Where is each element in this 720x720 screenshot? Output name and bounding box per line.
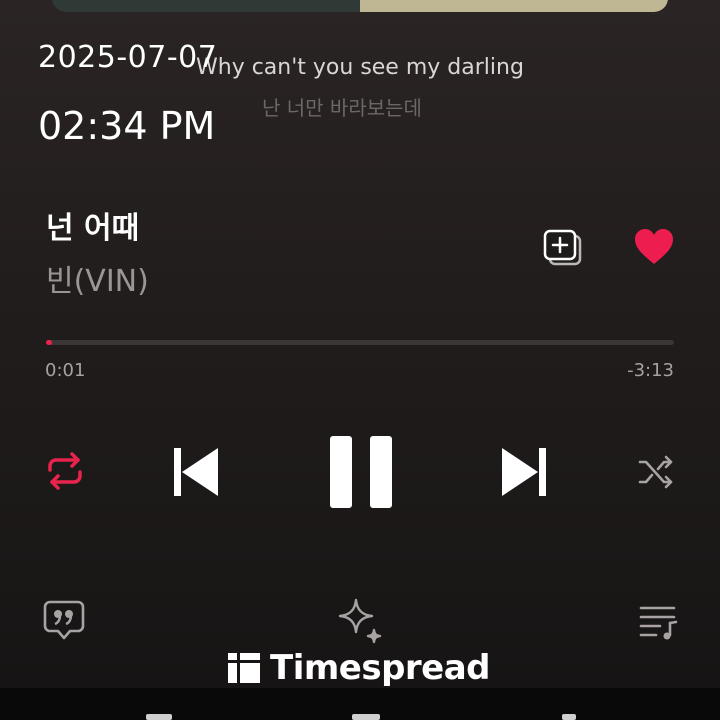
- elapsed-time: 0:01: [45, 360, 86, 381]
- nav-back-button[interactable]: [562, 714, 576, 720]
- repeat-icon: [48, 452, 82, 490]
- song-title[interactable]: 넌 어때: [46, 203, 139, 247]
- album-art: [52, 0, 668, 12]
- shuffle-button[interactable]: [636, 452, 676, 492]
- watermark: Timespread: [228, 646, 491, 690]
- skip-next-icon: [502, 448, 546, 496]
- pause-icon: [330, 436, 392, 508]
- sparkle-icon: [338, 598, 382, 644]
- artist-name[interactable]: 빈(VIN): [46, 256, 149, 300]
- timestamp-time: 02:34 PM: [38, 104, 216, 148]
- lyric-next-line[interactable]: 난 너만 바라보는데: [262, 92, 422, 121]
- seek-bar[interactable]: [46, 340, 674, 345]
- add-to-playlist-icon: [543, 229, 582, 266]
- seek-bar-fill: [46, 340, 53, 345]
- heart-icon: [635, 229, 673, 264]
- shuffle-icon: [638, 455, 673, 489]
- timestamp-date: 2025-07-07: [38, 40, 218, 75]
- queue-button[interactable]: [638, 602, 680, 642]
- timespread-logo-icon: [228, 653, 260, 683]
- watermark-text: Timespread: [270, 648, 491, 688]
- lyrics-quote-icon: [43, 600, 85, 640]
- lyrics-button[interactable]: [42, 598, 86, 642]
- previous-button[interactable]: [168, 444, 224, 500]
- nav-recents-button[interactable]: [146, 714, 172, 720]
- like-button[interactable]: [632, 226, 676, 268]
- nav-home-button[interactable]: [352, 714, 380, 720]
- system-navigation-bar: [0, 688, 720, 720]
- sparkle-button[interactable]: [336, 598, 384, 646]
- next-button[interactable]: [496, 444, 552, 500]
- skip-previous-icon: [174, 448, 218, 496]
- remaining-time: -3:13: [627, 360, 674, 381]
- pause-button[interactable]: [326, 434, 396, 510]
- repeat-button[interactable]: [44, 450, 86, 492]
- album-art-left: [52, 0, 360, 12]
- add-to-playlist-button[interactable]: [542, 228, 586, 268]
- album-art-right: [360, 0, 668, 12]
- queue-music-icon: [639, 606, 678, 640]
- lyric-current-line[interactable]: Why can't you see my darling: [196, 55, 526, 80]
